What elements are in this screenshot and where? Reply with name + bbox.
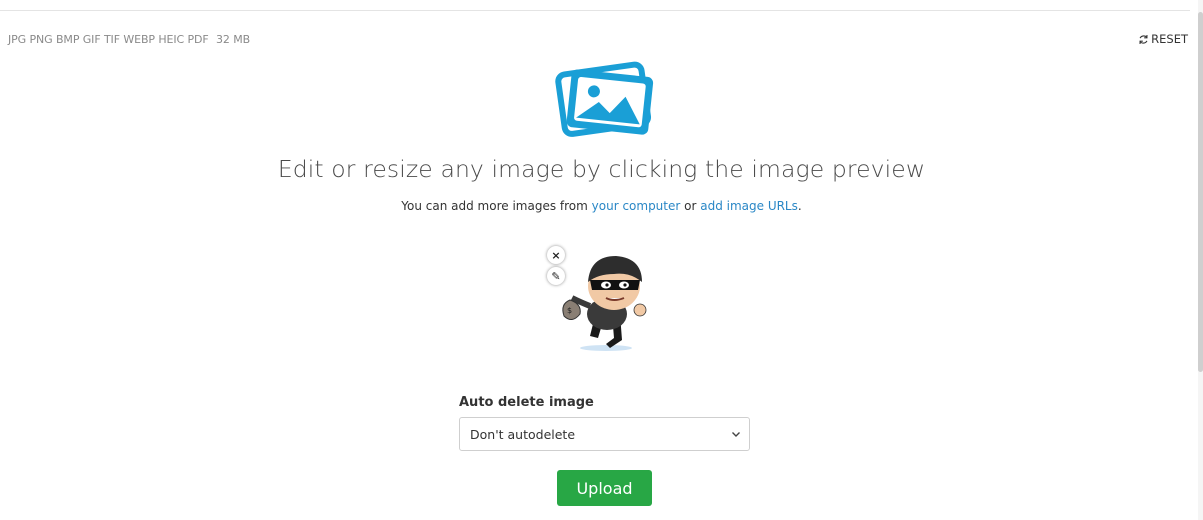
top-divider <box>0 10 1190 11</box>
period-text: . <box>797 199 802 213</box>
formats-list: JPG PNG BMP GIF TIF WEBP HEIC PDF <box>8 33 209 46</box>
refresh-icon <box>1139 34 1148 44</box>
upload-button[interactable]: Upload <box>557 470 652 506</box>
auto-delete-label: Auto delete image <box>459 395 594 410</box>
supported-formats: JPG PNG BMP GIF TIF WEBP HEIC PDF 32 MB <box>8 33 250 46</box>
auto-delete-select[interactable]: Don't autodelete <box>459 417 750 451</box>
max-file-size: 32 MB <box>216 33 251 46</box>
robber-image: $ <box>562 256 647 351</box>
image-upload-icon <box>555 61 654 137</box>
upload-label: Upload <box>576 478 633 498</box>
reset-label: RESET <box>1151 32 1188 46</box>
chevron-down-icon <box>732 432 740 437</box>
auto-delete-selected-value: Don't autodelete <box>470 426 576 442</box>
add-image-urls-link[interactable]: add image URLs <box>700 199 798 213</box>
your-computer-link[interactable]: your computer <box>592 199 681 213</box>
add-more-prefix: You can add more images from <box>401 199 592 213</box>
add-more-text: You can add more images from your comput… <box>0 199 1203 213</box>
page-title: Edit or resize any image by clicking the… <box>277 155 926 183</box>
pencil-icon: ✎ <box>551 269 561 283</box>
remove-image-button[interactable]: × <box>547 246 565 264</box>
edit-image-button[interactable]: ✎ <box>547 267 565 285</box>
svg-text:$: $ <box>567 306 572 315</box>
or-text: or <box>680 199 701 213</box>
close-icon: × <box>551 248 561 262</box>
reset-button[interactable]: RESET <box>1138 32 1188 46</box>
scrollbar-thumb[interactable] <box>1198 12 1203 372</box>
